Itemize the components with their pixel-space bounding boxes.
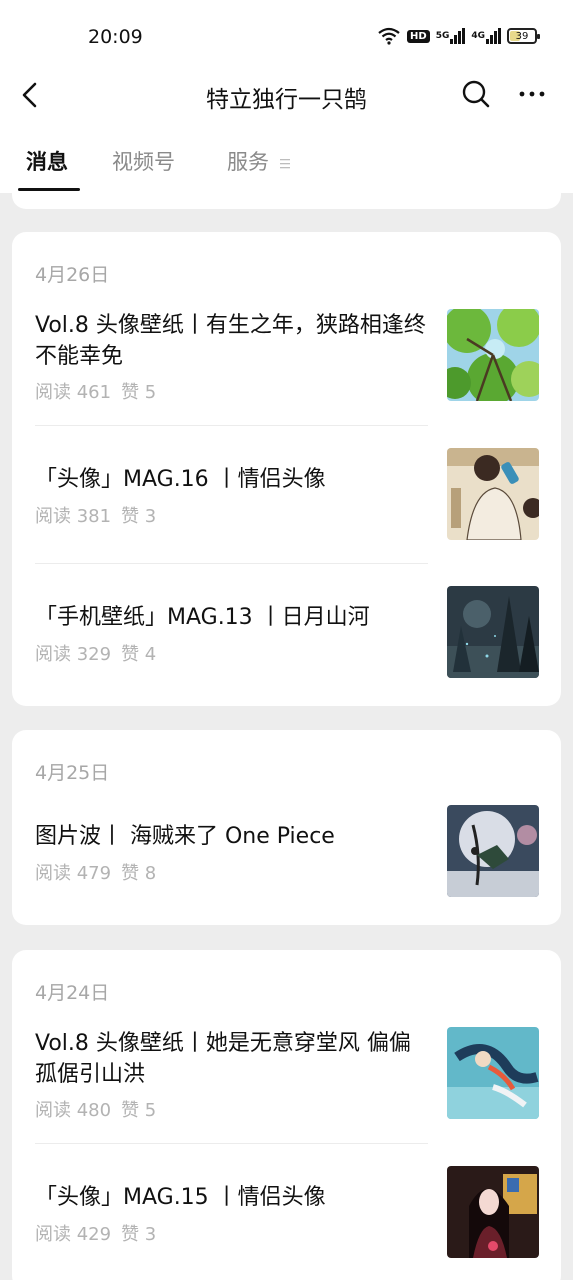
article-thumbnail [447, 309, 539, 401]
article-item[interactable]: 「手机壁纸」MAG.13 丨日月山河 阅读 329 赞 4 [35, 586, 539, 678]
read-count: 阅读 429 [35, 1224, 112, 1245]
article-title: 「手机壁纸」MAG.13 丨日月山河 [35, 605, 370, 630]
search-icon[interactable] [460, 78, 492, 110]
header: 20:09 HD 5G 4G 39 特立独行一只鹄 消息 视频号 服务 [0, 0, 573, 193]
nav-bar: 特立独行一只鹄 [0, 72, 573, 120]
article-meta: 阅读 329 赞 4 [35, 640, 156, 666]
article-meta: 阅读 429 赞 3 [35, 1220, 156, 1246]
message-card: 4月25日 图片波丨 海贼来了 One Piece 阅读 479 赞 8 [12, 730, 561, 925]
article-title: 图片波丨 海贼来了 One Piece [35, 824, 335, 849]
article-title: Vol.8 头像壁纸丨有生之年，狭路相逢终不能幸免 [35, 313, 426, 369]
article-thumbnail [447, 1027, 539, 1119]
read-count: 阅读 381 [35, 506, 112, 527]
divider [35, 1143, 428, 1144]
article-item[interactable]: 「头像」MAG.15 丨情侣头像 阅读 429 赞 3 [35, 1166, 539, 1258]
like-count: 赞 5 [121, 1100, 157, 1121]
article-thumbnail [447, 586, 539, 678]
like-count: 赞 3 [121, 506, 157, 527]
tab-services[interactable]: 服务 [227, 146, 290, 176]
signal-4g-icon: 4G [471, 28, 501, 44]
article-title: Vol.8 头像壁纸丨她是无意穿堂风 偏偏孤倨引山洪 [35, 1031, 411, 1087]
article-meta: 阅读 480 赞 5 [35, 1096, 156, 1122]
tab-bar: 消息 视频号 服务 [0, 140, 573, 193]
article-title: 「头像」MAG.15 丨情侣头像 [35, 1185, 326, 1210]
hd-icon: HD [407, 29, 430, 43]
article-title: 「头像」MAG.16 丨情侣头像 [35, 467, 326, 492]
article-item[interactable]: 「头像」MAG.16 丨情侣头像 阅读 381 赞 3 [35, 448, 539, 540]
card-date: 4月25日 [35, 762, 110, 784]
article-meta: 阅读 381 赞 3 [35, 502, 156, 528]
article-meta: 阅读 479 赞 8 [35, 859, 156, 885]
article-meta: 阅读 461 赞 5 [35, 378, 156, 404]
battery-level: 39 [515, 30, 529, 42]
menu-icon [279, 151, 290, 175]
article-thumbnail [447, 805, 539, 897]
card-date: 4月26日 [35, 264, 110, 286]
previous-card-edge [12, 193, 561, 209]
article-thumbnail [447, 1166, 539, 1258]
article-item[interactable]: Vol.8 头像壁纸丨她是无意穿堂风 偏偏孤倨引山洪 阅读 480 赞 5 [35, 1026, 539, 1122]
tab-channels[interactable]: 视频号 [112, 146, 175, 176]
signal-4g-label: 4G [471, 31, 485, 41]
read-count: 阅读 329 [35, 644, 112, 665]
signal-5g-label: 5G [435, 31, 450, 41]
like-count: 赞 8 [121, 863, 157, 884]
read-count: 阅读 479 [35, 863, 112, 884]
divider [35, 563, 428, 564]
read-count: 阅读 461 [35, 382, 112, 403]
status-icons: HD 5G 4G 39 [377, 27, 540, 45]
read-count: 阅读 480 [35, 1100, 112, 1121]
status-time: 20:09 [88, 26, 143, 48]
card-date: 4月24日 [35, 982, 110, 1004]
like-count: 赞 4 [121, 644, 157, 665]
article-item[interactable]: 图片波丨 海贼来了 One Piece 阅读 479 赞 8 [35, 805, 539, 897]
article-thumbnail [447, 448, 539, 540]
status-bar: 20:09 HD 5G 4G 39 [0, 0, 573, 72]
tab-services-label: 服务 [227, 150, 269, 174]
tab-active-indicator [18, 188, 80, 191]
divider [35, 425, 428, 426]
article-item[interactable]: Vol.8 头像壁纸丨有生之年，狭路相逢终不能幸免 阅读 461 赞 5 [35, 308, 539, 404]
like-count: 赞 5 [121, 382, 157, 403]
like-count: 赞 3 [121, 1224, 157, 1245]
wifi-icon [377, 27, 401, 45]
battery-icon: 39 [507, 28, 540, 44]
more-dots-icon[interactable] [516, 82, 548, 106]
message-card: 4月24日 Vol.8 头像壁纸丨她是无意穿堂风 偏偏孤倨引山洪 阅读 480 赞… [12, 950, 561, 1280]
signal-5g-icon: 5G [436, 28, 466, 44]
tab-messages[interactable]: 消息 [26, 146, 68, 176]
message-card: 4月26日 Vol.8 头像壁纸丨有生之年，狭路相逢终不能幸免 阅读 461 赞 … [12, 232, 561, 706]
